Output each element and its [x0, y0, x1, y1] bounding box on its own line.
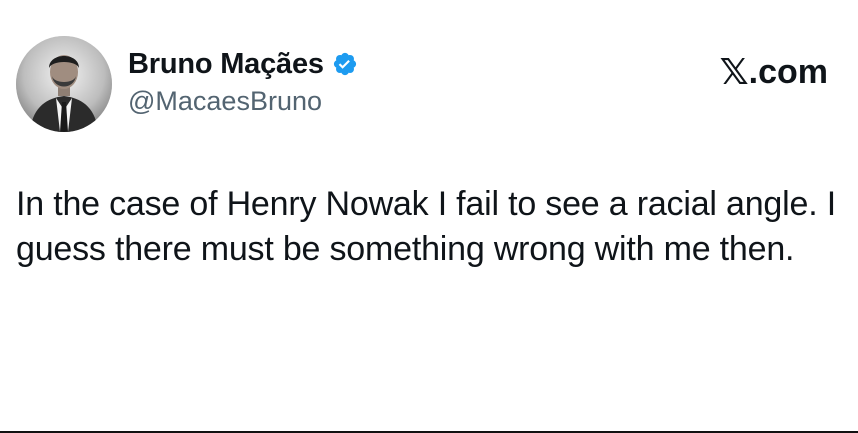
profile-photo-icon: [16, 36, 112, 132]
tweet-text: In the case of Henry Nowak I fail to see…: [16, 185, 836, 268]
tweet-card: Bruno Maçães @MacaesBruno 𝕏 .com In the c…: [0, 0, 858, 431]
author-handle[interactable]: @MacaesBruno: [128, 86, 322, 117]
x-logo-icon: 𝕏: [719, 52, 749, 93]
brand-suffix: .com: [748, 53, 828, 91]
avatar[interactable]: [16, 36, 112, 132]
verified-badge-icon: [332, 51, 358, 77]
x-brand-logo: 𝕏 .com: [720, 52, 828, 93]
author-name-row: Bruno Maçães: [128, 46, 358, 82]
author-display-name[interactable]: Bruno Maçães: [128, 48, 324, 81]
